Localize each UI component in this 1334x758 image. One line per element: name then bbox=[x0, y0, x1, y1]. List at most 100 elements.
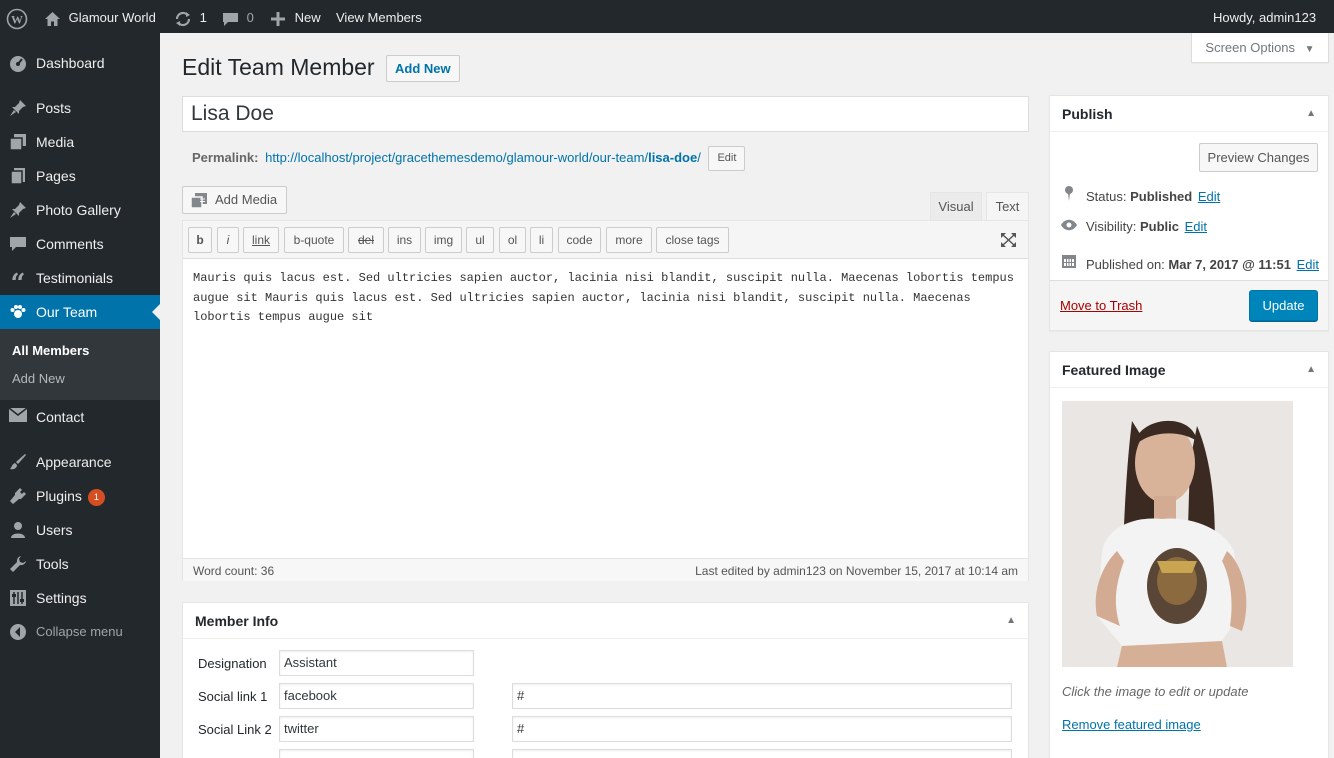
pages-icon bbox=[8, 167, 28, 187]
visibility-edit-link[interactable]: Edit bbox=[1185, 219, 1207, 234]
menu-photo-gallery[interactable]: Photo Gallery bbox=[0, 193, 160, 227]
fullscreen-icon[interactable] bbox=[1000, 232, 1017, 251]
post-title-input[interactable]: Lisa Doe bbox=[182, 96, 1029, 132]
word-count: Word count: 36 bbox=[193, 564, 275, 578]
editor-container: b i link b-quote del ins img ul ol li co… bbox=[182, 220, 1029, 581]
updates-icon bbox=[174, 10, 192, 26]
menu-settings[interactable]: Settings bbox=[0, 581, 160, 615]
add-media-button[interactable]: Add Media bbox=[182, 186, 287, 214]
published-on-row: Published on: Mar 7, 2017 @ 11:51 Edit bbox=[1060, 253, 1319, 272]
new-content-link[interactable]: New bbox=[271, 0, 321, 33]
wordpress-logo-icon[interactable]: W bbox=[6, 0, 28, 33]
post-content-textarea[interactable]: Mauris quis lacus est. Sed ultricies sap… bbox=[193, 269, 1023, 328]
plus-icon bbox=[271, 10, 285, 26]
member-info-box: Member Info ▲ Designation Assistant Soci… bbox=[182, 602, 1029, 758]
preview-changes-button[interactable]: Preview Changes bbox=[1199, 143, 1318, 172]
social-link-2-url-field[interactable]: # bbox=[512, 716, 1012, 742]
menu-our-team[interactable]: Our Team bbox=[0, 295, 160, 329]
social-link-2-name-field[interactable]: twitter bbox=[279, 716, 474, 742]
pin-location-icon bbox=[1060, 185, 1078, 204]
updates-count: 1 bbox=[199, 10, 207, 25]
pin-icon bbox=[8, 99, 28, 119]
submenu-add-new[interactable]: Add New bbox=[12, 371, 65, 386]
update-button[interactable]: Update bbox=[1249, 290, 1318, 321]
menu-pages[interactable]: Pages bbox=[0, 159, 160, 193]
settings-icon bbox=[8, 589, 28, 609]
permalink-edit-button[interactable]: Edit bbox=[708, 146, 746, 171]
social-link-2-label: Social Link 2 bbox=[198, 722, 272, 737]
toggle-arrow-icon[interactable]: ▲ bbox=[1306, 352, 1316, 388]
qt-link-button[interactable]: link bbox=[243, 227, 279, 253]
menu-appearance[interactable]: Appearance bbox=[0, 445, 160, 479]
toggle-arrow-icon[interactable]: ▲ bbox=[1006, 603, 1016, 639]
plugins-update-badge: 1 bbox=[87, 489, 105, 506]
featured-image-thumbnail[interactable] bbox=[1062, 401, 1293, 667]
designation-field[interactable]: Assistant bbox=[279, 650, 474, 676]
new-label: New bbox=[294, 10, 321, 25]
menu-comments[interactable]: Comments bbox=[0, 227, 160, 261]
menu-plugins[interactable]: Plugins 1 bbox=[0, 479, 160, 513]
menu-posts[interactable]: Posts bbox=[0, 91, 160, 125]
member-info-header[interactable]: Member Info ▲ bbox=[183, 603, 1028, 639]
featured-image-header[interactable]: Featured Image ▲ bbox=[1050, 352, 1328, 388]
qt-li-button[interactable]: li bbox=[530, 227, 553, 253]
submenu-all-members[interactable]: All Members bbox=[12, 343, 89, 358]
last-edited: Last edited by admin123 on November 15, … bbox=[695, 564, 1018, 578]
plugins-label: Plugins bbox=[36, 488, 82, 504]
menu-collapse[interactable]: Collapse menu bbox=[0, 615, 160, 649]
menu-users[interactable]: Users bbox=[0, 513, 160, 547]
qt-ol-button[interactable]: ol bbox=[499, 227, 526, 253]
social-link-3-name-field[interactable] bbox=[279, 749, 474, 758]
howdy-user[interactable]: Howdy, admin123 bbox=[1213, 0, 1316, 33]
eye-icon bbox=[1060, 219, 1078, 234]
designation-label: Designation bbox=[198, 656, 267, 671]
qt-more-button[interactable]: more bbox=[606, 227, 652, 253]
editor-status-bar: Word count: 36 Last edited by admin123 o… bbox=[183, 558, 1028, 581]
social-link-1-url-field[interactable]: # bbox=[512, 683, 1012, 709]
menu-testimonials[interactable]: “ Testimonials bbox=[0, 261, 160, 299]
permalink-link[interactable]: http://localhost/project/gracethemesdemo… bbox=[265, 150, 701, 165]
social-link-3-url-field[interactable] bbox=[512, 749, 1012, 758]
qt-close-tags-button[interactable]: close tags bbox=[656, 227, 729, 253]
screen-options-button[interactable]: Screen Options ▼ bbox=[1191, 33, 1329, 63]
remove-featured-image-link[interactable]: Remove featured image bbox=[1062, 717, 1201, 732]
social-link-1-name-field[interactable]: facebook bbox=[279, 683, 474, 709]
site-name-link[interactable]: Glamour World bbox=[44, 0, 156, 33]
menu-tools[interactable]: Tools bbox=[0, 547, 160, 581]
site-name: Glamour World bbox=[68, 10, 156, 25]
qt-italic-button[interactable]: i bbox=[217, 227, 239, 253]
qt-img-button[interactable]: img bbox=[425, 227, 462, 253]
tab-text[interactable]: Text bbox=[986, 192, 1029, 221]
qt-bold-button[interactable]: b bbox=[188, 227, 212, 253]
quote-icon: “ bbox=[10, 269, 26, 299]
collapse-icon bbox=[8, 623, 28, 643]
pin-icon bbox=[8, 201, 28, 221]
media-icon bbox=[8, 133, 28, 153]
view-members-link[interactable]: View Members bbox=[336, 0, 422, 33]
add-new-button[interactable]: Add New bbox=[386, 55, 460, 82]
menu-contact[interactable]: Contact bbox=[0, 400, 160, 434]
qt-ins-button[interactable]: ins bbox=[388, 227, 421, 253]
status-edit-link[interactable]: Edit bbox=[1198, 189, 1220, 204]
qt-code-button[interactable]: code bbox=[558, 227, 601, 253]
quicktags-toolbar: b i link b-quote del ins img ul ol li co… bbox=[183, 221, 1028, 259]
permalink-row: Permalink: http://localhost/project/grac… bbox=[192, 146, 746, 171]
move-to-trash-link[interactable]: Move to Trash bbox=[1060, 298, 1142, 313]
qt-del-button[interactable]: del bbox=[348, 227, 384, 253]
calendar-icon bbox=[1060, 253, 1078, 272]
comments-count: 0 bbox=[246, 10, 254, 25]
team-icon bbox=[8, 303, 28, 323]
publish-header[interactable]: Publish ▲ bbox=[1050, 96, 1328, 132]
menu-media[interactable]: Media bbox=[0, 125, 160, 159]
qt-bquote-button[interactable]: b-quote bbox=[284, 227, 344, 253]
brush-icon bbox=[8, 453, 28, 473]
user-icon bbox=[8, 521, 28, 541]
publish-box: Publish ▲ Preview Changes Status: Publis… bbox=[1049, 95, 1329, 331]
qt-ul-button[interactable]: ul bbox=[466, 227, 494, 253]
tab-visual[interactable]: Visual bbox=[930, 192, 982, 221]
toggle-arrow-icon[interactable]: ▲ bbox=[1306, 96, 1316, 132]
comments-link[interactable]: 0 bbox=[222, 0, 254, 33]
menu-dashboard[interactable]: Dashboard bbox=[0, 46, 160, 80]
published-edit-link[interactable]: Edit bbox=[1297, 257, 1319, 272]
updates-link[interactable]: 1 bbox=[174, 0, 207, 33]
